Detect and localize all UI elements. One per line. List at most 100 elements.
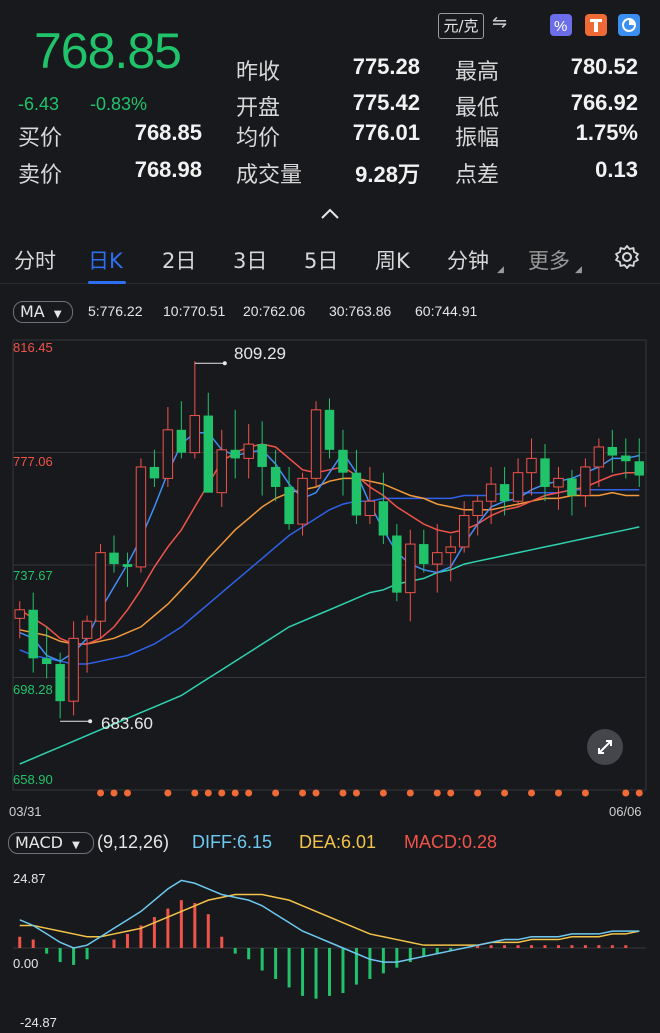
tab-more[interactable]: 更多 [528, 245, 570, 275]
event-dot [110, 789, 118, 797]
macd-bar [45, 948, 49, 954]
swap-icon[interactable]: ⇋ [492, 12, 507, 33]
max-marker-dot [222, 361, 227, 366]
active-tab-indicator [88, 281, 126, 284]
collapse-chevron-icon[interactable] [319, 206, 341, 225]
candle [634, 438, 644, 487]
candle [392, 524, 402, 602]
candle-body [458, 515, 470, 548]
macd-dea-value: DEA:6.01 [299, 832, 377, 852]
svg-text:%: % [554, 18, 567, 35]
tab-3-day[interactable]: 3日 [233, 245, 267, 275]
candle-body [526, 457, 537, 474]
macd-bar [570, 945, 574, 948]
event-dot [204, 789, 212, 797]
max-price-marker: 809.29 [234, 344, 286, 363]
macd-chart[interactable] [0, 866, 660, 1033]
date-start: 03/31 [9, 804, 42, 819]
draw-tool-icon[interactable] [585, 14, 607, 36]
candle-body [364, 500, 376, 517]
candle [324, 398, 335, 459]
candle-body [203, 415, 214, 493]
macd-y-bottom: -24.87 [20, 1015, 57, 1030]
min-marker-dot [88, 719, 93, 724]
candle [109, 535, 119, 573]
macd-bar [179, 900, 183, 948]
candle [216, 429, 227, 507]
candle-body [162, 429, 174, 479]
candle-body [28, 609, 38, 659]
candle-body [68, 637, 79, 702]
candle-body [607, 446, 618, 456]
candle-body [553, 477, 564, 488]
candle [68, 621, 79, 716]
ma30-value: 30:763.86 [329, 303, 392, 319]
date-end: 06/06 [609, 804, 642, 819]
tab-5-day[interactable]: 5日 [304, 245, 338, 275]
candle [485, 466, 497, 525]
macd-dea-line [19, 893, 640, 946]
low-label: 最低 [455, 96, 500, 121]
tab-intraday[interactable]: 分时 [14, 245, 56, 275]
tab-2-day[interactable]: 2日 [162, 245, 196, 275]
fullscreen-expand-icon[interactable] [587, 729, 623, 765]
candle-body [297, 477, 308, 525]
y-label-lower: 698.28 [13, 682, 53, 697]
candle-body [419, 544, 429, 565]
y-label-upper: 777.06 [13, 454, 53, 469]
macd-bar [597, 945, 601, 948]
event-dot [635, 789, 643, 797]
ma20-value: 20:762.06 [243, 303, 306, 319]
amplitude-label: 振幅 [455, 126, 500, 151]
candle [230, 409, 240, 479]
macd-bar [610, 945, 614, 948]
candle-body [512, 472, 524, 502]
kline-chart[interactable] [0, 335, 660, 825]
candle-body [243, 443, 254, 459]
macd-bar [220, 936, 224, 948]
candle-body [580, 466, 591, 497]
event-dot [474, 789, 482, 797]
avg-value: 776.01 [352, 120, 420, 145]
macd-bar [381, 948, 385, 974]
ma5-value: 5:776.22 [88, 303, 143, 319]
chart-tool-icon[interactable] [618, 14, 640, 36]
event-dot [501, 789, 509, 797]
candle [553, 466, 564, 510]
percent-tool-icon[interactable]: % [550, 14, 572, 36]
candle [580, 458, 591, 507]
candle [310, 401, 322, 487]
candle [149, 449, 160, 487]
unit-toggle-button[interactable]: 元/克 [438, 13, 484, 39]
candle [351, 449, 362, 525]
candle-body [351, 472, 362, 516]
macd-indicator-selector[interactable]: MACD ▼ [8, 832, 94, 854]
candle [28, 592, 38, 673]
open-label: 开盘 [236, 96, 281, 121]
spread-value: 0.13 [595, 157, 638, 182]
candle-body [310, 409, 322, 479]
tab-weekly-k[interactable]: 周K [375, 245, 410, 275]
candle-body [41, 658, 52, 665]
macd-dropdown-icon: ▼ [72, 840, 80, 851]
macd-y-top: 24.87 [13, 871, 46, 886]
candle [95, 544, 106, 639]
macd-bar [260, 948, 264, 971]
candle [419, 529, 429, 573]
candle-body [230, 449, 240, 459]
macd-bar [18, 936, 22, 948]
event-dot [245, 789, 253, 797]
candle [432, 524, 443, 593]
macd-bar [301, 948, 305, 996]
event-dot [433, 789, 441, 797]
tab-daily-k[interactable]: 日K [88, 245, 123, 275]
macd-bar [503, 945, 507, 948]
candle-body [567, 478, 577, 496]
macd-bar [233, 948, 237, 954]
ma-indicator-selector[interactable]: MA ▼ [13, 301, 73, 323]
high-value: 780.52 [570, 54, 638, 79]
tab-minute[interactable]: 分钟 [447, 245, 489, 275]
ma10-value: 10:770.51 [163, 303, 226, 319]
settings-gear-icon[interactable] [614, 244, 640, 274]
macd-bar [314, 948, 318, 999]
